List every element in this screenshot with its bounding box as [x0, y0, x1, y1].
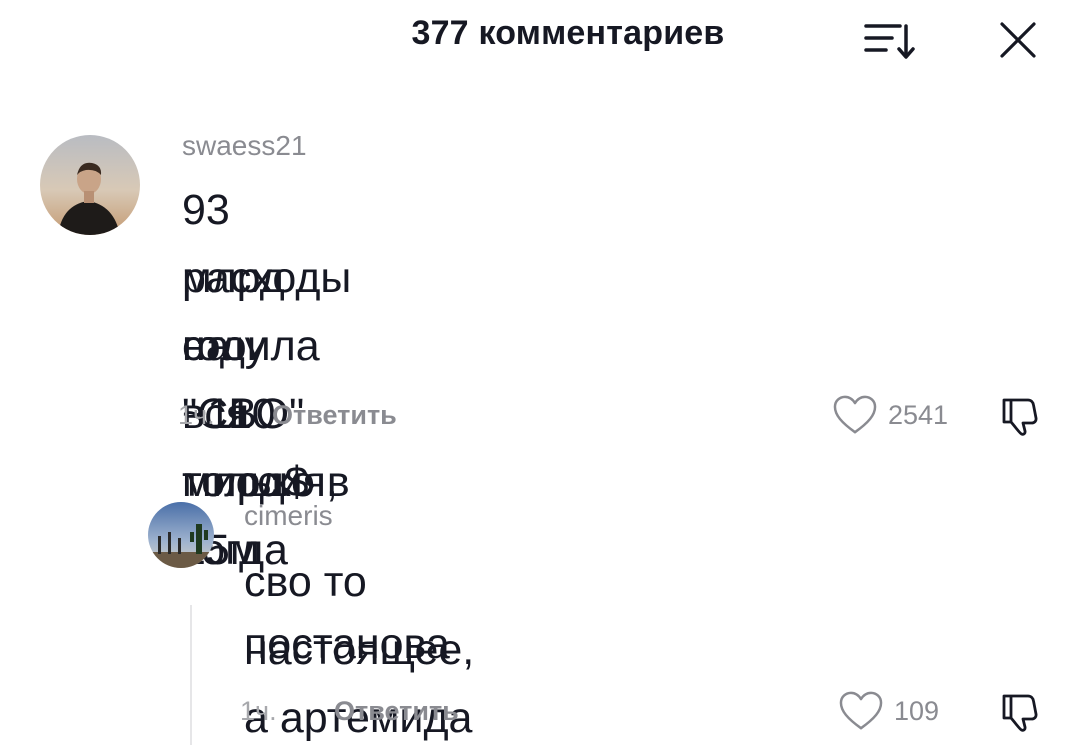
- like-count: 109: [894, 696, 940, 726]
- like-count: 2541: [888, 400, 949, 430]
- close-icon[interactable]: [998, 20, 1038, 60]
- heart-outline-icon[interactable]: [832, 394, 878, 436]
- reply-button[interactable]: Ответить: [272, 400, 397, 431]
- comment-username[interactable]: cimeris: [244, 500, 333, 532]
- comment-timestamp: 1ч.: [178, 400, 215, 430]
- reply-button[interactable]: Ответить: [334, 696, 459, 727]
- comment-username[interactable]: swaess21: [182, 130, 307, 162]
- comments-count-title: 377 комментариев: [411, 14, 725, 52]
- sort-icon[interactable]: [860, 18, 916, 66]
- comment-text-line: постанова: [244, 620, 450, 668]
- thread-line: [190, 605, 192, 745]
- comments-header: 377 комментариев: [0, 0, 1080, 80]
- avatar[interactable]: [148, 502, 214, 568]
- thumbs-down-icon[interactable]: [998, 394, 1042, 438]
- heart-outline-icon[interactable]: [838, 690, 884, 732]
- comment-timestamp: 1ч.: [240, 696, 277, 726]
- thumbs-down-icon[interactable]: [998, 690, 1042, 734]
- avatar[interactable]: [40, 135, 140, 235]
